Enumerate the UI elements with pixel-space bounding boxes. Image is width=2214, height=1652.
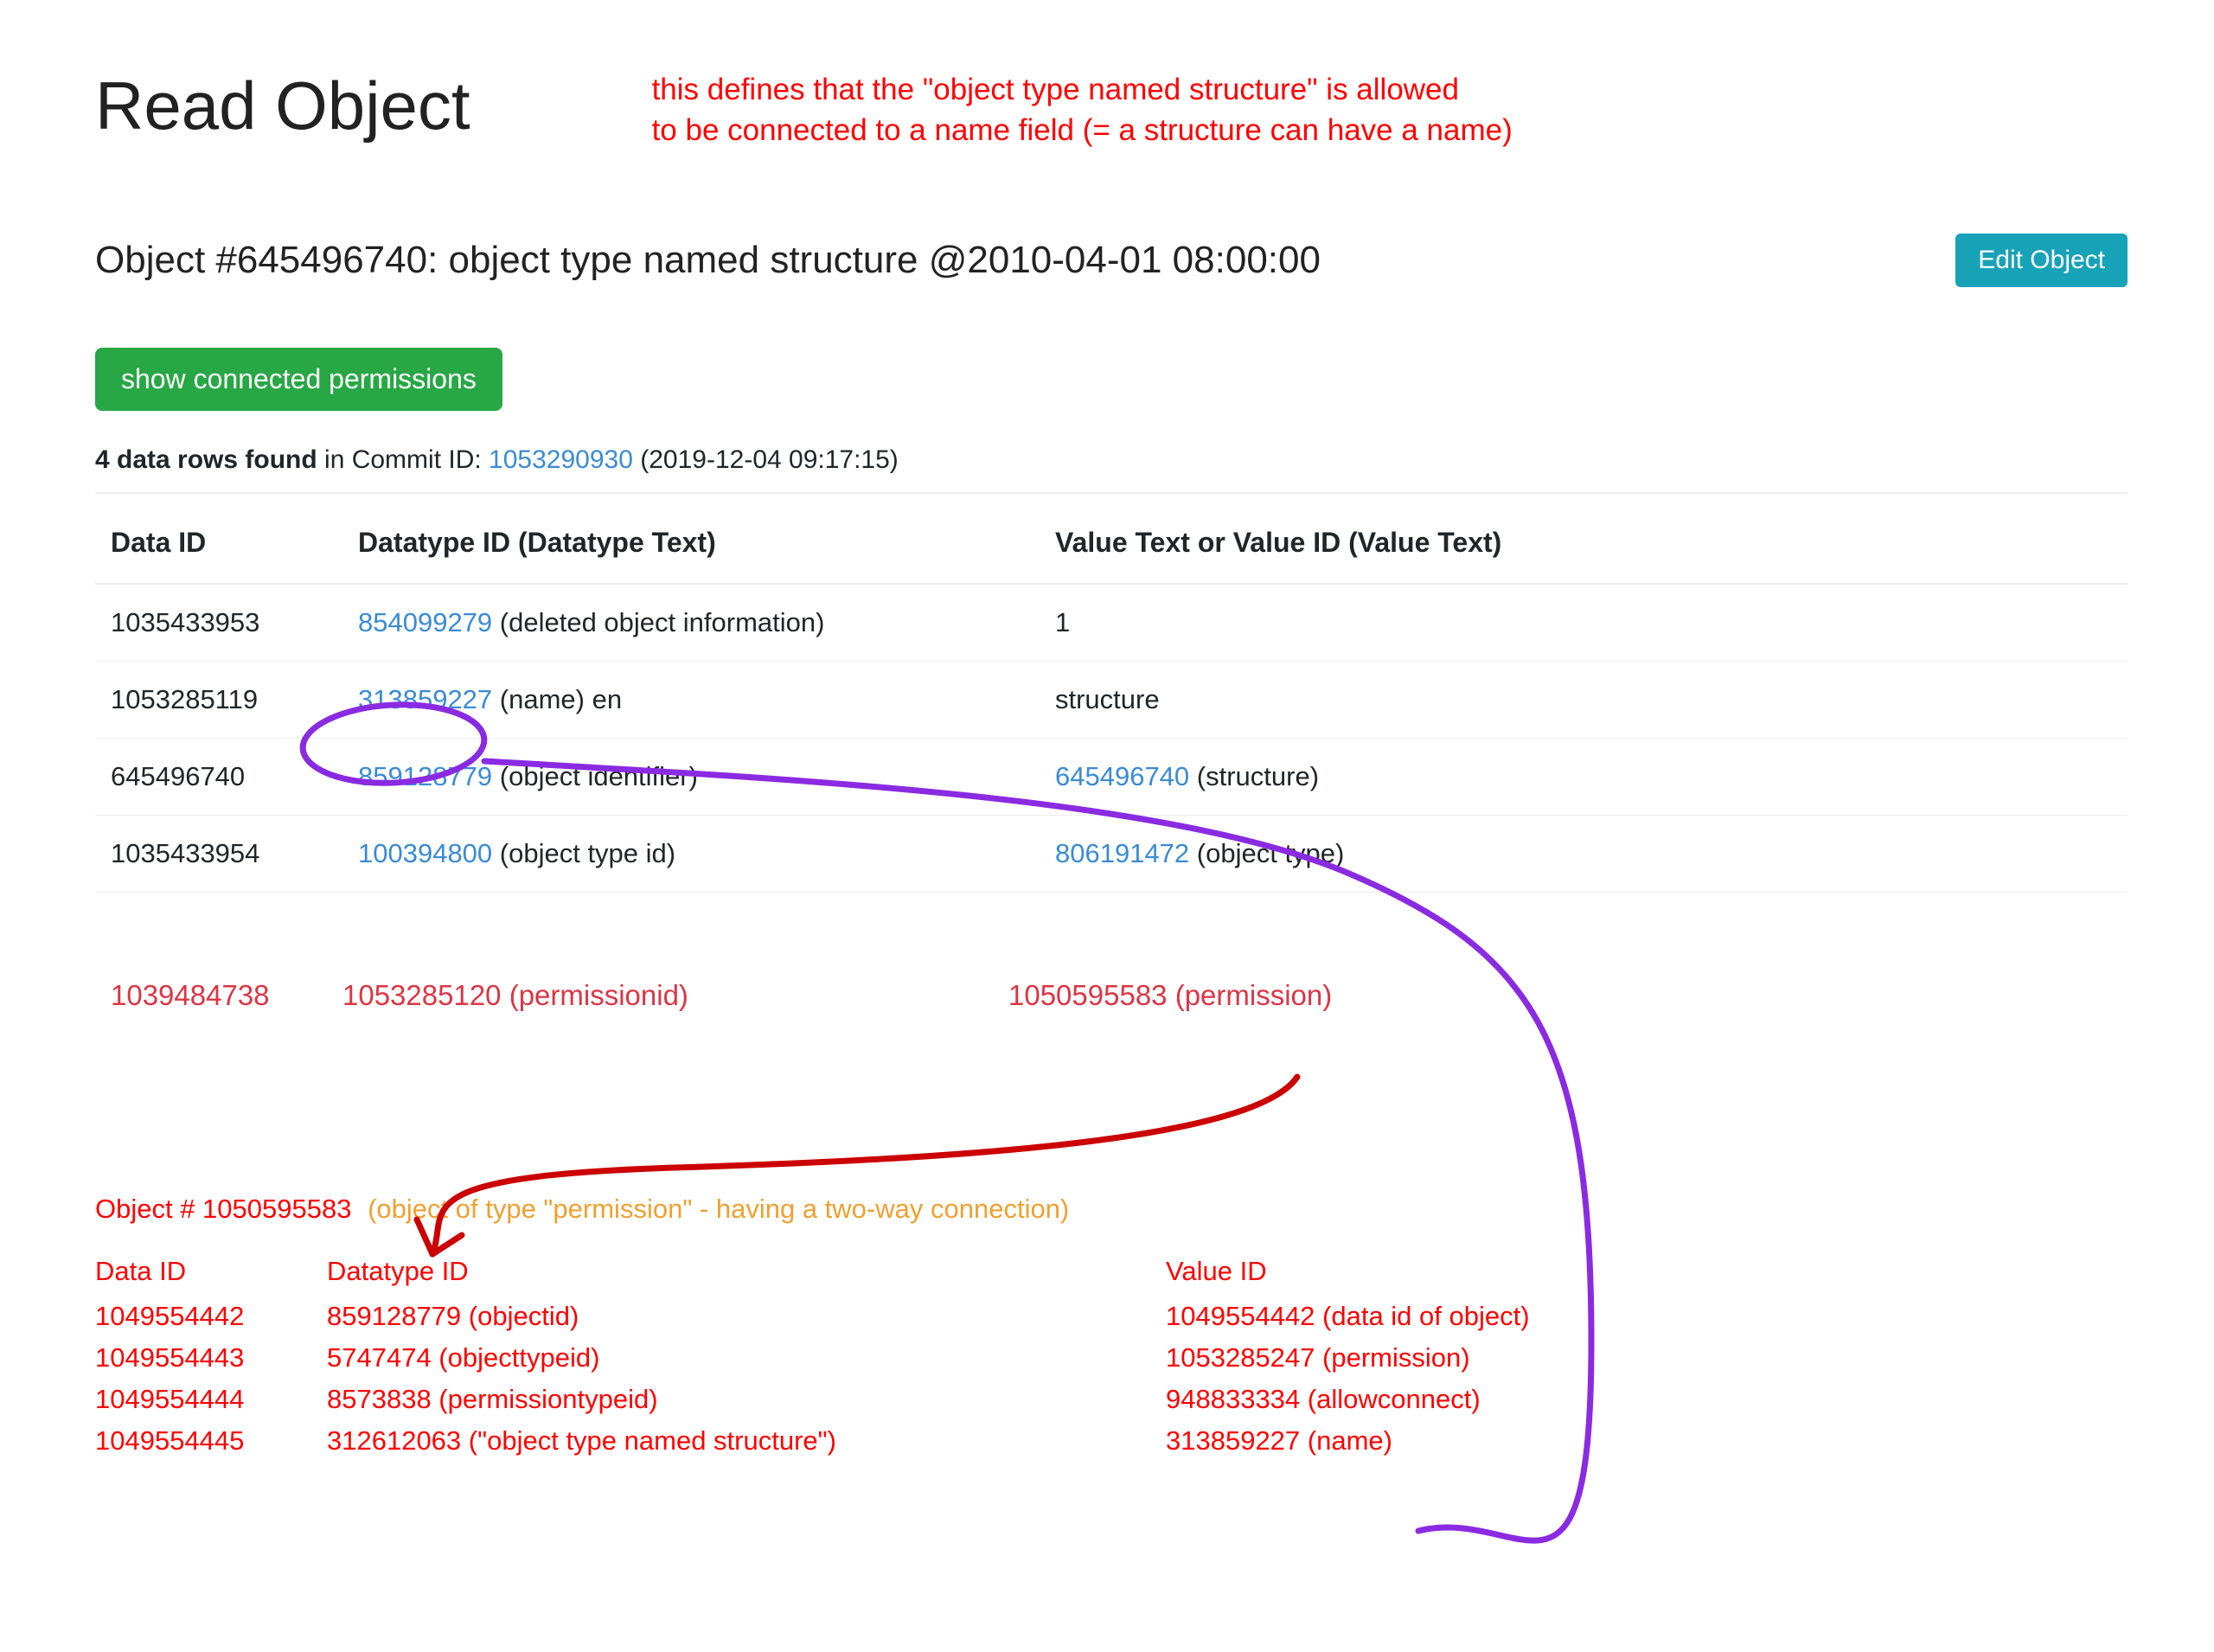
lower-cell: 313859227 (name): [1166, 1420, 2128, 1462]
value-text: (structure): [1189, 761, 1319, 791]
lower-row: 1049554442 859128779 (objectid) 10495544…: [95, 1296, 2128, 1337]
cell-value: structure: [1040, 661, 2128, 738]
datatype-link[interactable]: 313859227: [358, 684, 492, 714]
cell-data-id: 1035433954: [95, 815, 342, 892]
commit-id-link[interactable]: 1053290930: [489, 445, 633, 474]
annotation-red-row: 1039484738 1053285120 (permissionid) 105…: [95, 970, 2128, 1021]
lower-th-datatype: Datatype ID: [327, 1251, 1166, 1292]
edit-object-button[interactable]: Edit Object: [1955, 234, 2128, 287]
lower-cell: 1053285247 (permission): [1166, 1337, 2128, 1379]
cell-value: 645496740 (structure): [1040, 738, 2128, 815]
annotation-top: this defines that the "object type named…: [652, 69, 1513, 151]
divider: [95, 492, 2128, 494]
lower-cell: 8573838 (permissiontypeid): [327, 1379, 1166, 1420]
rows-found-mid: in Commit ID:: [317, 445, 489, 474]
value-text: structure: [1055, 684, 1160, 714]
page-title: Read Object: [95, 69, 470, 144]
datatype-text: (name) en: [492, 684, 622, 714]
cell-datatype: 313859227 (name) en: [342, 661, 1040, 738]
lower-cell: 948833334 (allowconnect): [1166, 1379, 2128, 1420]
th-datatype: Datatype ID (Datatype Text): [342, 503, 1040, 584]
cell-value: 1: [1040, 584, 2128, 662]
lower-row: 1049554445 312612063 ("object type named…: [95, 1420, 2128, 1462]
rows-found-line: 4 data rows found in Commit ID: 10532909…: [95, 445, 2128, 475]
data-table: Data ID Datatype ID (Datatype Text) Valu…: [95, 503, 2128, 893]
value-link[interactable]: 806191472: [1055, 838, 1189, 868]
table-row: 1053285119 313859227 (name) en structure: [95, 661, 2128, 738]
lower-th-value: Value ID: [1166, 1251, 2128, 1292]
object-subtitle: Object #645496740: object type named str…: [95, 239, 1321, 282]
th-value: Value Text or Value ID (Value Text): [1040, 503, 2128, 584]
cell-data-id: 645496740: [95, 738, 342, 815]
lower-cell: 1049554445: [95, 1420, 327, 1462]
datatype-text: (object identifier): [492, 761, 698, 791]
table-row: 1035433954 100394800 (object type id) 80…: [95, 815, 2128, 892]
lower-row: 1049554444 8573838 (permissiontypeid) 94…: [95, 1379, 2128, 1420]
lower-cell: 1049554442 (data id of object): [1166, 1296, 2128, 1337]
lower-cell: 1049554443: [95, 1337, 327, 1379]
show-connected-permissions-button[interactable]: show connected permissions: [95, 348, 502, 411]
datatype-link[interactable]: 100394800: [358, 838, 492, 868]
datatype-text: (deleted object information): [492, 607, 824, 637]
cell-datatype: 854099279 (deleted object information): [342, 584, 1040, 662]
table-row: 645496740 859128779 (object identifier) …: [95, 738, 2128, 815]
lower-cell: 1049554444: [95, 1379, 327, 1420]
lower-th-data-id: Data ID: [95, 1251, 327, 1292]
lower-object-line: Object # 1050595583 (object of type "per…: [95, 1194, 2128, 1225]
annotation-top-line1: this defines that the "object type named…: [652, 69, 1513, 110]
table-row: 1035433953 854099279 (deleted object inf…: [95, 584, 2128, 662]
lower-table: Data ID Datatype ID Value ID 1049554442 …: [95, 1251, 2128, 1462]
lower-cell: 312612063 ("object type named structure"…: [327, 1420, 1166, 1462]
rows-found-count: 4 data rows found: [95, 445, 317, 474]
red-row-value: 1050595583 (permission): [1008, 979, 1332, 1012]
cell-data-id: 1053285119: [95, 661, 342, 738]
cell-data-id: 1035433953: [95, 584, 342, 662]
datatype-link[interactable]: 854099279: [358, 607, 492, 637]
lower-object-orange: (object of type "permission" - having a …: [368, 1194, 1069, 1224]
lower-cell: 1049554442: [95, 1296, 327, 1337]
annotation-top-line2: to be connected to a name field (= a str…: [652, 110, 1513, 150]
cell-datatype: 100394800 (object type id): [342, 815, 1040, 892]
th-data-id: Data ID: [95, 503, 342, 584]
red-row-datatype: 1053285120 (permissionid): [342, 979, 1008, 1012]
datatype-text: (object type id): [492, 838, 675, 868]
value-link[interactable]: 645496740: [1055, 761, 1189, 791]
lower-cell: 5747474 (objecttypeid): [327, 1337, 1166, 1379]
cell-value: 806191472 (object type): [1040, 815, 2128, 892]
rows-found-tail: (2019-12-04 09:17:15): [633, 445, 899, 474]
value-text: (object type): [1189, 838, 1344, 868]
cell-datatype: 859128779 (object identifier): [342, 738, 1040, 815]
lower-object-red: Object # 1050595583: [95, 1194, 351, 1224]
red-row-data-id: 1039484738: [111, 979, 342, 1012]
lower-row: 1049554443 5747474 (objecttypeid) 105328…: [95, 1337, 2128, 1379]
value-text: 1: [1055, 607, 1070, 637]
datatype-link[interactable]: 859128779: [358, 761, 492, 791]
lower-cell: 859128779 (objectid): [327, 1296, 1166, 1337]
